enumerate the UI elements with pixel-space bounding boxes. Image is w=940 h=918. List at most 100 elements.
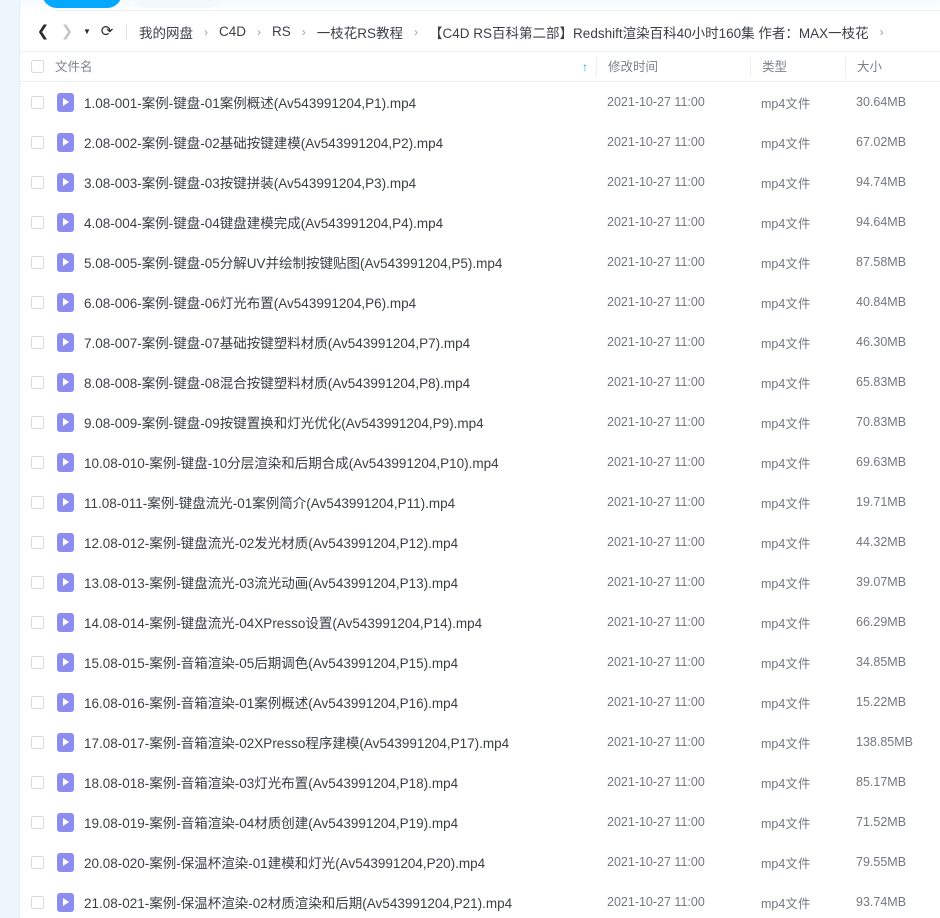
column-header-type[interactable]: 类型	[750, 56, 845, 77]
column-header-size[interactable]: 大小	[845, 56, 940, 77]
file-name[interactable]: 15.08-015-案例-音箱渲染-05后期调色(Av543991204,P15…	[75, 652, 596, 672]
table-row[interactable]: 19.08-019-案例-音箱渲染-04材质创建(Av543991204,P19…	[20, 802, 940, 842]
table-row[interactable]: 16.08-016-案例-音箱渲染-01案例概述(Av543991204,P16…	[20, 682, 940, 722]
file-size: 69.63MB	[856, 455, 907, 469]
play-icon	[56, 652, 74, 672]
row-checkbox[interactable]	[20, 495, 55, 509]
breadcrumb-separator-icon: ›	[204, 24, 208, 39]
upload-button[interactable]	[42, 0, 122, 8]
table-row[interactable]: 13.08-013-案例-键盘流光-03流光动画(Av543991204,P13…	[20, 562, 940, 602]
breadcrumb-item-c4d[interactable]: C4D	[217, 22, 248, 41]
row-checkbox[interactable]	[20, 855, 55, 869]
table-row[interactable]: 20.08-020-案例-保温杯渲染-01建模和灯光(Av543991204,P…	[20, 842, 940, 882]
breadcrumb-separator-icon: ›	[879, 24, 884, 39]
file-modified: 2021-10-27 11:00	[607, 255, 705, 269]
table-row[interactable]: 5.08-005-案例-键盘-05分解UV并绘制按键贴图(Av543991204…	[20, 242, 940, 282]
breadcrumb-item-current[interactable]: 【C4D RS百科第二部】Redshift渲染百科40小时160集 作者：MAX…	[427, 20, 871, 44]
file-type: mp4文件	[761, 416, 811, 431]
row-checkbox[interactable]	[20, 735, 55, 749]
file-size: 30.64MB	[856, 95, 907, 109]
breadcrumb-item-root[interactable]: 我的网盘	[137, 20, 195, 44]
file-name[interactable]: 11.08-011-案例-键盘流光-01案例简介(Av543991204,P11…	[75, 492, 596, 512]
row-checkbox[interactable]	[20, 455, 55, 469]
file-size: 67.02MB	[856, 135, 907, 149]
row-checkbox[interactable]	[20, 215, 55, 229]
row-checkbox[interactable]	[20, 95, 55, 109]
file-modified: 2021-10-27 11:00	[607, 655, 705, 669]
row-checkbox[interactable]	[20, 615, 55, 629]
row-checkbox[interactable]	[20, 575, 55, 589]
row-checkbox[interactable]	[20, 415, 55, 429]
play-icon	[56, 852, 74, 872]
row-checkbox[interactable]	[20, 295, 55, 309]
caret-down-icon[interactable]: ▼	[80, 21, 94, 43]
file-name[interactable]: 4.08-004-案例-键盘-04键盘建模完成(Av543991204,P4).…	[75, 212, 596, 232]
table-row[interactable]: 12.08-012-案例-键盘流光-02发光材质(Av543991204,P12…	[20, 522, 940, 562]
file-name[interactable]: 2.08-002-案例-键盘-02基础按键建模(Av543991204,P2).…	[75, 132, 596, 152]
file-name[interactable]: 20.08-020-案例-保温杯渲染-01建模和灯光(Av543991204,P…	[75, 852, 596, 872]
play-icon	[56, 92, 74, 112]
file-name[interactable]: 8.08-008-案例-键盘-08混合按键塑料材质(Av543991204,P8…	[75, 372, 596, 392]
file-name[interactable]: 1.08-001-案例-键盘-01案例概述(Av543991204,P1).mp…	[75, 92, 596, 112]
row-checkbox[interactable]	[20, 535, 55, 549]
file-name[interactable]: 13.08-013-案例-键盘流光-03流光动画(Av543991204,P13…	[75, 572, 596, 592]
table-row[interactable]: 6.08-006-案例-键盘-06灯光布置(Av543991204,P6).mp…	[20, 282, 940, 322]
table-row[interactable]: 11.08-011-案例-键盘流光-01案例简介(Av543991204,P11…	[20, 482, 940, 522]
table-row[interactable]: 7.08-007-案例-键盘-07基础按键塑料材质(Av543991204,P7…	[20, 322, 940, 362]
row-checkbox[interactable]	[20, 335, 55, 349]
row-checkbox[interactable]	[20, 895, 55, 909]
sort-ascending-icon[interactable]: ↑	[582, 61, 588, 73]
checkbox-box	[31, 855, 44, 869]
file-name[interactable]: 12.08-012-案例-键盘流光-02发光材质(Av543991204,P12…	[75, 532, 596, 552]
table-row[interactable]: 3.08-003-案例-键盘-03按键拼装(Av543991204,P3).mp…	[20, 162, 940, 202]
file-name[interactable]: 5.08-005-案例-键盘-05分解UV并绘制按键贴图(Av543991204…	[75, 252, 596, 272]
file-type: mp4文件	[761, 536, 811, 551]
file-size: 93.74MB	[856, 895, 907, 909]
chevron-right-icon[interactable]: ❯	[56, 21, 78, 43]
row-checkbox[interactable]	[20, 655, 55, 669]
nav-button-group: ❮ ❯ ▼ ⟳	[20, 21, 118, 43]
file-modified: 2021-10-27 11:00	[607, 175, 705, 189]
file-name[interactable]: 7.08-007-案例-键盘-07基础按键塑料材质(Av543991204,P7…	[75, 332, 596, 352]
table-row[interactable]: 2.08-002-案例-键盘-02基础按键建模(Av543991204,P2).…	[20, 122, 940, 162]
file-name[interactable]: 14.08-014-案例-键盘流光-04XPresso设置(Av54399120…	[75, 612, 596, 632]
row-checkbox[interactable]	[20, 775, 55, 789]
file-name[interactable]: 16.08-016-案例-音箱渲染-01案例概述(Av543991204,P16…	[75, 692, 596, 712]
file-name[interactable]: 3.08-003-案例-键盘-03按键拼装(Av543991204,P3).mp…	[75, 172, 596, 192]
file-modified: 2021-10-27 11:00	[607, 295, 705, 309]
column-header-name[interactable]: 文件名 ↑	[55, 52, 596, 81]
chevron-left-icon[interactable]: ❮	[32, 21, 54, 43]
select-all-checkbox[interactable]	[20, 60, 55, 73]
file-type: mp4文件	[761, 336, 811, 351]
row-checkbox[interactable]	[20, 815, 55, 829]
file-name[interactable]: 19.08-019-案例-音箱渲染-04材质创建(Av543991204,P19…	[75, 812, 596, 832]
file-size: 15.22MB	[856, 695, 907, 709]
breadcrumb-item-rs[interactable]: RS	[270, 22, 293, 41]
refresh-icon[interactable]: ⟳	[96, 21, 118, 43]
breadcrumb-item-tutorial[interactable]: 一枝花RS教程	[315, 20, 405, 44]
file-name[interactable]: 21.08-021-案例-保温杯渲染-02材质渲染和后期(Av543991204…	[75, 892, 596, 912]
table-row[interactable]: 8.08-008-案例-键盘-08混合按键塑料材质(Av543991204,P8…	[20, 362, 940, 402]
table-row[interactable]: 10.08-010-案例-键盘-10分层渲染和后期合成(Av543991204,…	[20, 442, 940, 482]
row-checkbox[interactable]	[20, 135, 55, 149]
table-row[interactable]: 1.08-001-案例-键盘-01案例概述(Av543991204,P1).mp…	[20, 82, 940, 122]
file-name[interactable]: 18.08-018-案例-音箱渲染-03灯光布置(Av543991204,P18…	[75, 772, 596, 792]
file-name[interactable]: 10.08-010-案例-键盘-10分层渲染和后期合成(Av543991204,…	[75, 452, 596, 472]
table-row[interactable]: 15.08-015-案例-音箱渲染-05后期调色(Av543991204,P15…	[20, 642, 940, 682]
breadcrumb-separator-icon: ›	[301, 24, 306, 39]
table-row[interactable]: 18.08-018-案例-音箱渲染-03灯光布置(Av543991204,P18…	[20, 762, 940, 802]
column-header-modified[interactable]: 修改时间	[596, 56, 750, 77]
row-checkbox[interactable]	[20, 695, 55, 709]
table-row[interactable]: 9.08-009-案例-键盘-09按键置换和灯光优化(Av543991204,P…	[20, 402, 940, 442]
table-row[interactable]: 21.08-021-案例-保温杯渲染-02材质渲染和后期(Av543991204…	[20, 882, 940, 918]
table-row[interactable]: 14.08-014-案例-键盘流光-04XPresso设置(Av54399120…	[20, 602, 940, 642]
row-checkbox[interactable]	[20, 255, 55, 269]
table-row[interactable]: 17.08-017-案例-音箱渲染-02XPresso程序建模(Av543991…	[20, 722, 940, 762]
file-name[interactable]: 6.08-006-案例-键盘-06灯光布置(Av543991204,P6).mp…	[75, 292, 596, 312]
new-folder-button[interactable]	[132, 0, 222, 8]
row-checkbox[interactable]	[20, 175, 55, 189]
file-name[interactable]: 17.08-017-案例-音箱渲染-02XPresso程序建模(Av543991…	[75, 732, 596, 752]
file-name[interactable]: 9.08-009-案例-键盘-09按键置换和灯光优化(Av543991204,P…	[75, 412, 596, 432]
row-checkbox[interactable]	[20, 375, 55, 389]
table-row[interactable]: 4.08-004-案例-键盘-04键盘建模完成(Av543991204,P4).…	[20, 202, 940, 242]
